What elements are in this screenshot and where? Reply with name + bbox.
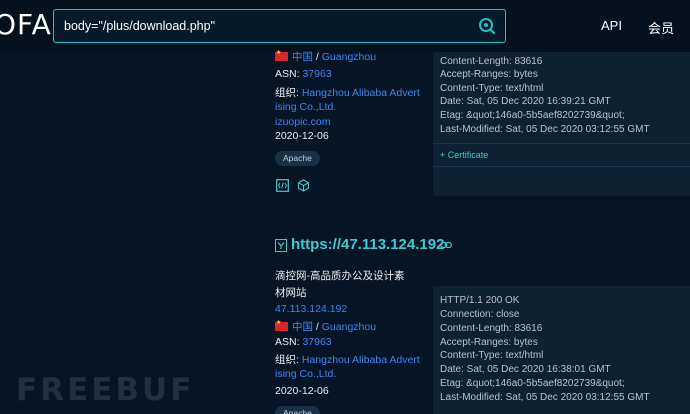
asn-link[interactable]: 37963 bbox=[302, 68, 331, 80]
header-line: Accept-Ranges: bytes bbox=[440, 69, 538, 80]
org-row: 组织: Hangzhou Alibaba Advert bbox=[275, 352, 420, 367]
header-line: Connection: close bbox=[440, 309, 520, 320]
header-line: HTTP/1.1 200 OK bbox=[440, 295, 520, 306]
city-link[interactable]: Guangzhou bbox=[322, 321, 376, 333]
search-icon[interactable] bbox=[477, 16, 497, 36]
search-box[interactable]: body="/plus/download.php" bbox=[53, 9, 506, 43]
site-favicon-icon bbox=[275, 239, 287, 252]
org-link-cont[interactable]: ising Co.,Ltd. bbox=[275, 368, 336, 380]
country-link[interactable]: 中国 bbox=[292, 51, 313, 63]
org-link[interactable]: Hangzhou Alibaba Advert bbox=[302, 354, 420, 366]
header-line: Date: Sat, 05 Dec 2020 16:38:01 GMT bbox=[440, 364, 611, 375]
domain-link[interactable]: izuopic.com bbox=[275, 116, 330, 128]
ip-link[interactable]: 47.113.124.192 bbox=[275, 303, 347, 315]
country-link[interactable]: 中国 bbox=[292, 321, 313, 333]
header-line: Content-Length: 83616 bbox=[440, 323, 543, 334]
cube-icon[interactable] bbox=[297, 179, 310, 192]
asn-link[interactable]: 37963 bbox=[302, 336, 331, 348]
fofa-logo[interactable]: OFA bbox=[0, 8, 52, 41]
org-label: 组织: bbox=[275, 354, 299, 366]
header-line: Last-Modified: Sat, 05 Dec 2020 03:12:55… bbox=[440, 124, 650, 135]
china-flag-icon bbox=[275, 319, 288, 331]
asn-label: ASN: bbox=[275, 336, 300, 348]
header-line: Etag: &quot;146a0-5b5aef8202739&quot; bbox=[440, 110, 625, 121]
header-line: Last-Modified: Sat, 05 Dec 2020 03:12:55… bbox=[440, 392, 650, 403]
site-name: 滴控网-高品质办公及设计素 bbox=[275, 270, 405, 282]
site-name-cont: 材网站 bbox=[275, 287, 307, 299]
apache-tag[interactable]: Apache bbox=[275, 151, 320, 166]
search-input[interactable]: body="/plus/download.php" bbox=[64, 19, 215, 33]
header-line: Content-Type: text/html bbox=[440, 83, 544, 94]
certificate-bar: + Certificate bbox=[433, 143, 690, 167]
header-line: Content-Type: text/html bbox=[440, 350, 544, 361]
code-icon[interactable] bbox=[276, 179, 289, 192]
city-link[interactable]: Guangzhou bbox=[322, 51, 376, 63]
response-headers-panel-1: Content-Length: 83616 Accept-Ranges: byt… bbox=[433, 52, 690, 196]
location: 中国 / Guangzhou bbox=[275, 319, 376, 334]
header-line: Content-Length: 83616 bbox=[440, 56, 543, 67]
asn-row: ASN: 37963 bbox=[275, 336, 332, 348]
location: 中国 / Guangzhou bbox=[275, 49, 376, 64]
date: 2020-12-06 bbox=[275, 385, 329, 397]
top-bar: OFA body="/plus/download.php" API 会员 bbox=[0, 0, 690, 52]
org-label: 组织: bbox=[275, 87, 299, 99]
response-headers-panel-2: HTTP/1.1 200 OK Connection: close Conten… bbox=[433, 286, 690, 414]
nav-api-link[interactable]: API bbox=[601, 18, 622, 33]
header-line: Accept-Ranges: bytes bbox=[440, 337, 538, 348]
org-link[interactable]: Hangzhou Alibaba Advert bbox=[302, 87, 420, 99]
apache-tag[interactable]: Apache bbox=[275, 406, 320, 414]
freebuf-watermark: FREEBUF bbox=[16, 372, 195, 408]
asn-row: ASN: 37963 bbox=[275, 68, 332, 80]
org-row: 组织: Hangzhou Alibaba Advert bbox=[275, 85, 420, 100]
nav-member-link[interactable]: 会员 bbox=[648, 18, 674, 37]
result-title-link[interactable]: https://47.113.124.192 bbox=[291, 236, 444, 256]
china-flag-icon bbox=[275, 49, 288, 61]
asn-label: ASN: bbox=[275, 68, 300, 80]
external-link-icon[interactable] bbox=[440, 241, 452, 249]
date: 2020-12-06 bbox=[275, 130, 329, 142]
header-line: Date: Sat, 05 Dec 2020 16:39:21 GMT bbox=[440, 96, 611, 107]
certificate-toggle[interactable]: + Certificate bbox=[440, 150, 488, 160]
org-link-cont[interactable]: ising Co.,Ltd. bbox=[275, 101, 336, 113]
header-line: Etag: &quot;146a0-5b5aef8202739&quot; bbox=[440, 378, 625, 389]
